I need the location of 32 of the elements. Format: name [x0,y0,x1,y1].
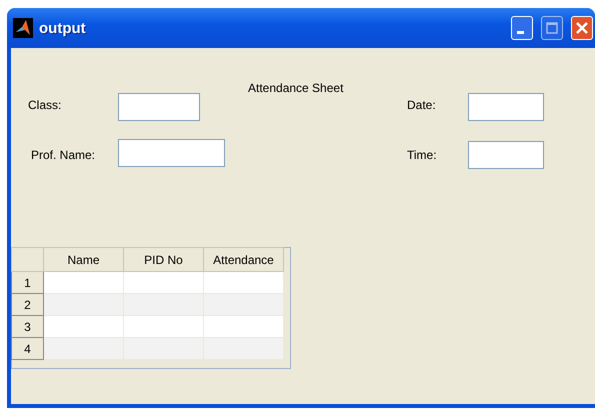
minimize-button[interactable] [511,16,533,40]
field-label: Prof. Name: [31,148,96,162]
field-label: Date: [407,98,436,112]
table-cell[interactable] [204,316,284,338]
window-title: output [39,20,87,36]
sheet-heading: Attendance Sheet [248,81,344,95]
table-cell[interactable] [44,316,124,338]
table-cell[interactable] [204,338,284,360]
close-icon [575,21,589,35]
row-number: 3 [12,316,44,338]
table-cell[interactable] [44,272,124,294]
close-button[interactable] [571,16,593,40]
row-number: 2 [12,294,44,316]
input-field[interactable] [468,141,544,169]
minimize-icon [516,30,524,34]
table-cell[interactable] [124,316,204,338]
table-cell[interactable] [204,272,284,294]
maximize-button[interactable] [541,16,563,40]
row-number: 4 [12,338,44,360]
input-field[interactable] [118,139,225,167]
table-cell[interactable] [44,338,124,360]
field-label: Time: [407,148,437,162]
table-cell[interactable] [204,294,284,316]
table-cell[interactable] [124,294,204,316]
field-label: Class: [28,98,62,112]
input-field[interactable] [468,93,544,121]
maximize-icon [546,22,558,34]
input-field[interactable] [118,93,200,121]
row-number: 1 [12,272,44,294]
table-cell[interactable] [124,272,204,294]
table-cell[interactable] [44,294,124,316]
table-cell[interactable] [124,338,204,360]
